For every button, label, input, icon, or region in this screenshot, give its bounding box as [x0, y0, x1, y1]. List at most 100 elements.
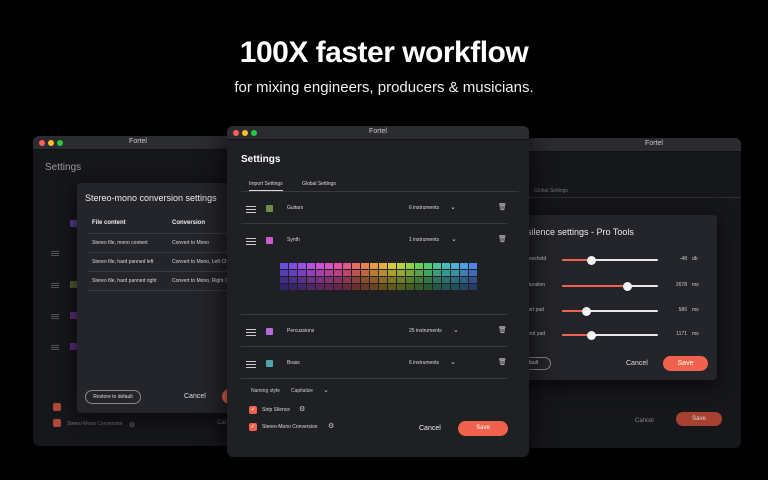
checkbox[interactable]: [53, 419, 61, 427]
palette-color-cell[interactable]: [316, 263, 324, 269]
palette-color-cell[interactable]: [451, 277, 459, 283]
palette-color-cell[interactable]: [442, 263, 450, 269]
restore-default-button[interactable]: Restore to default: [85, 390, 141, 404]
chevron-down-icon[interactable]: ⌄: [453, 326, 459, 334]
chevron-down-icon[interactable]: ⌄: [323, 386, 329, 394]
palette-color-cell[interactable]: [433, 277, 441, 283]
palette-color-cell[interactable]: [361, 270, 369, 276]
palette-color-cell[interactable]: [289, 277, 297, 283]
palette-color-cell[interactable]: [424, 284, 432, 290]
cancel-button[interactable]: Cancel: [635, 418, 654, 424]
palette-color-cell[interactable]: [298, 270, 306, 276]
naming-style-select[interactable]: Capitalize: [291, 388, 313, 394]
palette-color-cell[interactable]: [460, 284, 468, 290]
palette-color-cell[interactable]: [343, 277, 351, 283]
palette-color-cell[interactable]: [334, 284, 342, 290]
drag-handle-icon[interactable]: [246, 329, 256, 330]
palette-color-cell[interactable]: [307, 277, 315, 283]
slider-handle[interactable]: [586, 256, 596, 265]
palette-color-cell[interactable]: [424, 263, 432, 269]
color-swatch[interactable]: [266, 328, 273, 335]
palette-color-cell[interactable]: [469, 284, 477, 290]
palette-color-cell[interactable]: [316, 277, 324, 283]
palette-color-cell[interactable]: [379, 263, 387, 269]
palette-color-cell[interactable]: [307, 270, 315, 276]
drag-handle-icon[interactable]: [246, 238, 256, 239]
palette-color-cell[interactable]: [460, 270, 468, 276]
gear-icon[interactable]: ⚙: [328, 422, 334, 430]
palette-color-cell[interactable]: [388, 277, 396, 283]
palette-color-cell[interactable]: [370, 284, 378, 290]
trash-icon[interactable]: 🗑: [498, 326, 507, 334]
palette-color-cell[interactable]: [442, 277, 450, 283]
palette-color-cell[interactable]: [316, 270, 324, 276]
palette-color-cell[interactable]: [406, 270, 414, 276]
palette-color-cell[interactable]: [469, 263, 477, 269]
cancel-button[interactable]: Cancel: [184, 393, 206, 400]
palette-color-cell[interactable]: [352, 277, 360, 283]
palette-color-cell[interactable]: [334, 263, 342, 269]
palette-color-cell[interactable]: [433, 263, 441, 269]
checkbox[interactable]: ✓: [249, 423, 257, 431]
palette-color-cell[interactable]: [451, 263, 459, 269]
palette-color-cell[interactable]: [406, 263, 414, 269]
color-swatch[interactable]: [266, 360, 273, 367]
palette-color-cell[interactable]: [289, 284, 297, 290]
palette-color-cell[interactable]: [415, 263, 423, 269]
drag-handle-icon[interactable]: [246, 361, 256, 362]
palette-color-cell[interactable]: [424, 277, 432, 283]
palette-color-cell[interactable]: [397, 284, 405, 290]
palette-color-cell[interactable]: [361, 263, 369, 269]
instrument-count-select[interactable]: 1 instruments: [409, 237, 439, 243]
palette-color-cell[interactable]: [397, 263, 405, 269]
chevron-down-icon[interactable]: ⌄: [450, 358, 456, 366]
palette-color-cell[interactable]: [280, 284, 288, 290]
palette-color-cell[interactable]: [352, 270, 360, 276]
palette-color-cell[interactable]: [397, 270, 405, 276]
palette-color-cell[interactable]: [451, 284, 459, 290]
slider-track[interactable]: [562, 307, 658, 316]
color-swatch[interactable]: [266, 237, 273, 244]
tab-global-settings[interactable]: Global Settings: [534, 188, 568, 194]
color-swatch[interactable]: [266, 205, 273, 212]
palette-color-cell[interactable]: [334, 270, 342, 276]
palette-color-cell[interactable]: [433, 270, 441, 276]
palette-color-cell[interactable]: [388, 263, 396, 269]
palette-color-cell[interactable]: [406, 277, 414, 283]
palette-color-cell[interactable]: [442, 270, 450, 276]
instrument-row-guitars[interactable]: Guitars 6 instruments ⌄ 🗑: [227, 204, 529, 216]
instrument-count-select[interactable]: 6 instruments: [409, 205, 439, 211]
cancel-button[interactable]: Cancel: [626, 360, 648, 367]
palette-color-cell[interactable]: [469, 277, 477, 283]
palette-color-cell[interactable]: [370, 263, 378, 269]
palette-color-cell[interactable]: [289, 270, 297, 276]
slider-handle[interactable]: [586, 331, 596, 340]
slider-handle[interactable]: [582, 307, 591, 316]
slider-track[interactable]: [562, 256, 658, 265]
save-button[interactable]: Save: [676, 412, 722, 426]
palette-color-cell[interactable]: [325, 277, 333, 283]
palette-color-cell[interactable]: [442, 284, 450, 290]
chevron-down-icon[interactable]: ⌄: [451, 235, 457, 243]
palette-color-cell[interactable]: [325, 270, 333, 276]
gear-icon[interactable]: ⚙: [299, 405, 305, 413]
palette-color-cell[interactable]: [307, 263, 315, 269]
drag-handle-icon[interactable]: [246, 206, 256, 207]
palette-color-cell[interactable]: [370, 270, 378, 276]
palette-color-cell[interactable]: [352, 284, 360, 290]
palette-color-cell[interactable]: [415, 270, 423, 276]
instrument-row-percussions[interactable]: Percussions 25 instruments ⌄ 🗑: [227, 327, 529, 339]
slider-handle[interactable]: [623, 282, 633, 291]
palette-color-cell[interactable]: [289, 263, 297, 269]
checkbox[interactable]: [53, 403, 61, 411]
palette-color-cell[interactable]: [325, 263, 333, 269]
palette-color-cell[interactable]: [388, 270, 396, 276]
chevron-down-icon[interactable]: ⌄: [450, 203, 456, 211]
checkbox[interactable]: ✓: [249, 406, 257, 414]
slider-track[interactable]: [562, 282, 658, 291]
palette-color-cell[interactable]: [406, 284, 414, 290]
palette-color-cell[interactable]: [280, 277, 288, 283]
palette-color-cell[interactable]: [307, 284, 315, 290]
palette-color-cell[interactable]: [433, 284, 441, 290]
palette-color-cell[interactable]: [397, 277, 405, 283]
